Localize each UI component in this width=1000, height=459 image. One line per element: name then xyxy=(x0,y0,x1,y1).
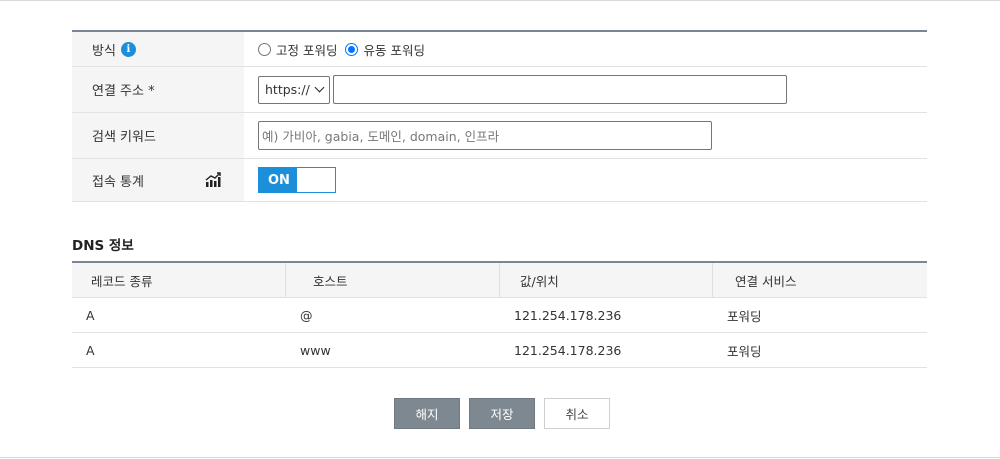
radio-fixed-forwarding[interactable]: 고정 포워딩 xyxy=(258,40,337,59)
service-cell: 포워딩 xyxy=(727,343,762,359)
host-cell: @ xyxy=(300,307,313,323)
bottom-divider xyxy=(0,457,1000,458)
stats-chart-icon[interactable] xyxy=(205,172,221,188)
keyword-label-cell: 검색 키워드 xyxy=(72,113,244,158)
dns-section-title: DNS 정보 xyxy=(72,238,134,254)
method-value-cell: 고정 포워딩 유동 포워딩 xyxy=(244,32,927,66)
cancel-button[interactable]: 취소 xyxy=(544,398,610,429)
stats-label: 접속 통계 xyxy=(92,174,144,190)
address-input[interactable] xyxy=(333,75,787,104)
cancel-forwarding-button[interactable]: 해지 xyxy=(394,398,460,429)
record-type-cell: A xyxy=(86,307,95,323)
value-cell: 121.254.178.236 xyxy=(514,307,622,323)
protocol-select-value: https:// xyxy=(265,82,310,97)
save-button[interactable]: 저장 xyxy=(469,398,535,429)
protocol-select[interactable]: https:// xyxy=(258,75,330,104)
dns-header-service: 연결 서비스 xyxy=(735,273,797,289)
dns-table: 레코드 종류 호스트 값/위치 연결 서비스 A @ 121.254.178.2… xyxy=(72,261,927,368)
radio-dynamic-forwarding-circle[interactable] xyxy=(345,42,359,56)
address-label: 연결 주소 * xyxy=(92,84,155,99)
table-row: A @ 121.254.178.236 포워딩 xyxy=(72,298,927,333)
method-label-cell: 방식 i xyxy=(72,32,244,66)
keyword-value-cell: 예) 가비아, gabia, 도메인, domain, 인프라 xyxy=(244,113,927,158)
dns-header-value: 값/위치 xyxy=(500,263,713,297)
chevron-down-icon xyxy=(314,82,325,93)
address-label-cell: 연결 주소 * xyxy=(72,67,244,112)
dns-table-header: 레코드 종류 호스트 값/위치 연결 서비스 xyxy=(72,263,927,298)
radio-fixed-forwarding-label: 고정 포워딩 xyxy=(276,42,338,58)
stats-label-cell: 접속 통계 xyxy=(72,159,244,201)
table-row: A www 121.254.178.236 포워딩 xyxy=(72,333,927,368)
radio-dynamic-forwarding-label: 유동 포워딩 xyxy=(363,42,425,58)
dns-header-host: 호스트 xyxy=(286,263,500,297)
keyword-label: 검색 키워드 xyxy=(92,130,156,145)
stats-toggle[interactable]: ON xyxy=(258,167,336,193)
forwarding-form: 방식 i 고정 포워딩 유동 포워딩 연결 주소 * https:// 검색 키… xyxy=(72,30,927,202)
service-cell: 포워딩 xyxy=(727,308,762,324)
radio-fixed-forwarding-circle[interactable] xyxy=(258,42,271,56)
method-row: 방식 i 고정 포워딩 유동 포워딩 xyxy=(72,32,927,67)
stats-row: 접속 통계 ON xyxy=(72,159,927,202)
radio-dynamic-forwarding[interactable]: 유동 포워딩 xyxy=(345,40,425,59)
top-divider xyxy=(0,0,1000,1)
method-label: 방식 xyxy=(92,43,116,59)
record-type-cell: A xyxy=(86,342,95,358)
host-cell: www xyxy=(300,342,331,358)
keyword-input[interactable]: 예) 가비아, gabia, 도메인, domain, 인프라 xyxy=(258,121,712,150)
info-icon[interactable]: i xyxy=(120,41,136,57)
stats-value-cell: ON xyxy=(244,159,927,201)
value-cell: 121.254.178.236 xyxy=(514,342,622,358)
dns-header-record-type: 레코드 종류 xyxy=(72,263,286,297)
stats-toggle-on-label: ON xyxy=(259,168,297,192)
keyword-row: 검색 키워드 예) 가비아, gabia, 도메인, domain, 인프라 xyxy=(72,113,927,159)
method-radio-group: 고정 포워딩 유동 포워딩 xyxy=(258,40,433,59)
address-row: 연결 주소 * https:// xyxy=(72,67,927,113)
address-value-cell: https:// xyxy=(244,67,927,112)
